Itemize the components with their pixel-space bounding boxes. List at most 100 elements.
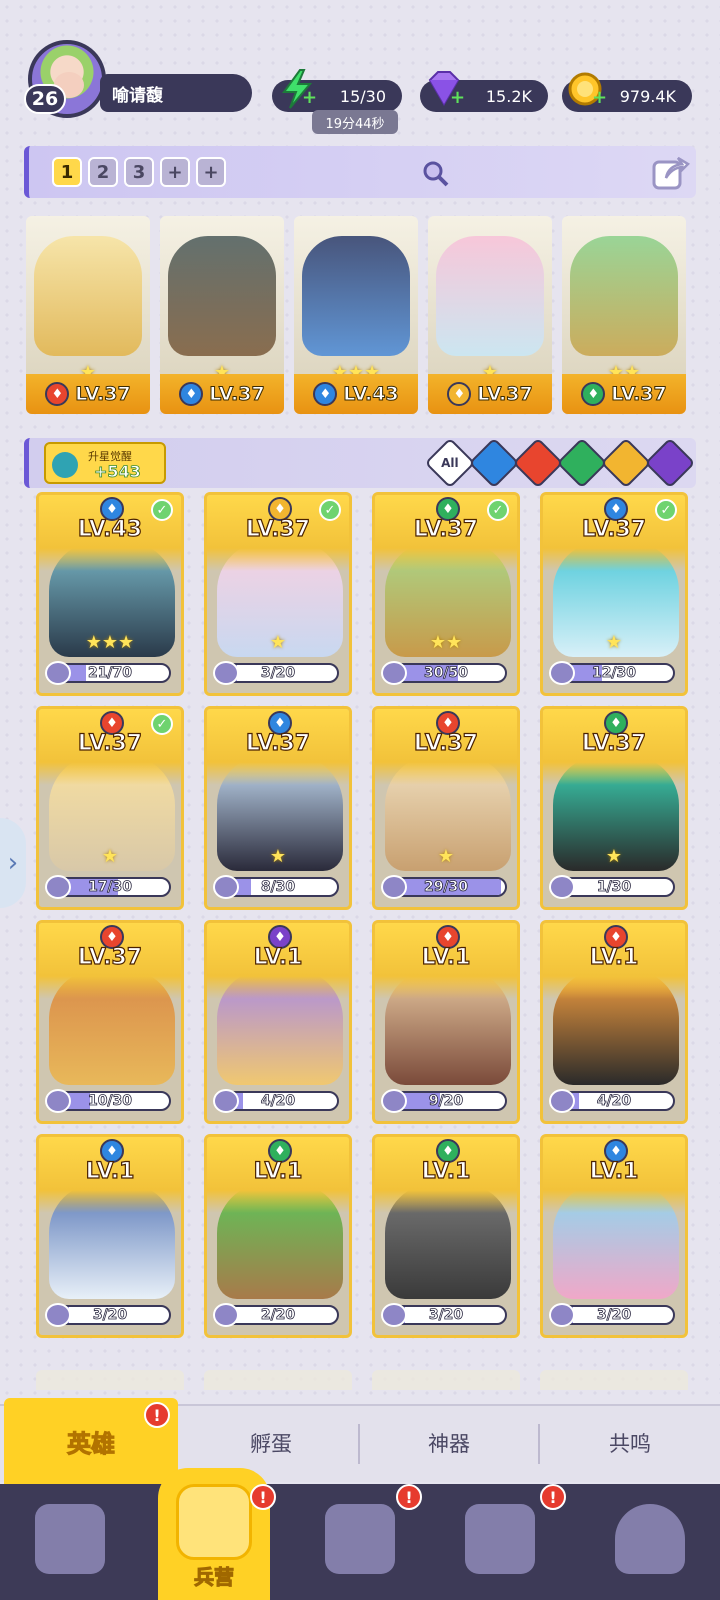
hero-stars: ★ — [605, 632, 623, 653]
share-icon[interactable] — [650, 152, 690, 192]
team-tab-3[interactable]: 3 — [124, 157, 154, 187]
shard-icon — [45, 1303, 71, 1327]
barracks-alert-badge: ! — [250, 1484, 276, 1510]
hero-stars: ★★ — [429, 632, 463, 653]
shard-icon — [381, 1089, 407, 1113]
check-icon: ✓ — [655, 499, 677, 521]
hero-card[interactable]: ♦ LV.37 10/30 — [36, 920, 184, 1124]
hero-stars: ★★★ — [85, 632, 135, 653]
team-hero-level: LV.43 — [343, 383, 399, 406]
hero-level: LV.37 — [581, 730, 647, 756]
hero-portrait — [570, 236, 678, 356]
player-name: 喻请馥 — [100, 74, 252, 112]
hero-level: LV.1 — [253, 1158, 303, 1184]
search-magnifier-icon[interactable] — [420, 158, 450, 188]
team-hero-card[interactable]: ★ ♦ LV.37 — [428, 216, 552, 414]
hero-card[interactable]: ♦ LV.37 ★ 8/30 — [204, 706, 352, 910]
shard-icon — [213, 1303, 239, 1327]
hero-card[interactable]: ♦ LV.37 ✓ ★ 12/30 — [540, 492, 688, 696]
map-alert-badge: ! — [396, 1484, 422, 1510]
check-icon: ✓ — [487, 499, 509, 521]
energy-plus-icon[interactable]: + — [302, 89, 318, 107]
side-expand-chevron-icon[interactable]: › — [0, 818, 26, 908]
team-hero-footer: ♦ LV.43 — [294, 374, 418, 414]
awaken-count: +543 — [94, 462, 142, 482]
team-hero-card[interactable]: ★ ♦ LV.37 — [160, 216, 284, 414]
hero-card[interactable]: ♦ LV.37 ✓ ★ 3/20 — [204, 492, 352, 696]
wind-element-icon: ♦ — [581, 382, 606, 406]
hero-card[interactable]: ♦ LV.1 3/20 — [36, 1134, 184, 1338]
team-hero-footer: ♦ LV.37 — [428, 374, 552, 414]
hero-level: LV.37 — [245, 730, 311, 756]
hero-stars: ★ — [269, 632, 287, 653]
check-icon: ✓ — [319, 499, 341, 521]
hero-level: LV.1 — [85, 1158, 135, 1184]
gems-plus-icon[interactable]: + — [450, 89, 466, 107]
hero-card[interactable]: ♦ LV.43 ✓ ★★★ 21/70 — [36, 492, 184, 696]
light-element-icon: ♦ — [447, 382, 472, 406]
hero-card-partial — [372, 1370, 520, 1390]
hero-card[interactable]: ♦ LV.1 2/20 — [204, 1134, 352, 1338]
shard-icon — [213, 875, 239, 899]
team-hero-card[interactable]: ★★ ♦ LV.37 — [562, 216, 686, 414]
mushroom-icon — [615, 1504, 685, 1574]
heroes-alert-badge: ! — [144, 1402, 170, 1428]
hero-portrait — [168, 236, 276, 356]
shard-icon — [45, 875, 71, 899]
shard-icon — [549, 1089, 575, 1113]
hero-card-partial — [204, 1370, 352, 1390]
team-tab-add-2[interactable]: + — [196, 157, 226, 187]
hero-stars: ★ — [605, 846, 623, 867]
filter-all-label: All — [441, 455, 459, 470]
hero-level: LV.1 — [253, 944, 303, 970]
team-hero-level: LV.37 — [75, 383, 131, 406]
hero-card-partial — [36, 1370, 184, 1390]
cards-icon — [35, 1504, 105, 1574]
shard-icon — [213, 661, 239, 685]
check-icon: ✓ — [151, 713, 173, 735]
hero-card[interactable]: ♦ LV.37 ✓ ★★ 30/50 — [372, 492, 520, 696]
water-element-icon: ♦ — [179, 382, 204, 406]
hero-level: LV.37 — [77, 944, 143, 970]
shard-icon — [549, 661, 575, 685]
team-hero-footer: ♦ LV.37 — [26, 374, 150, 414]
shard-icon — [549, 875, 575, 899]
nav-cards[interactable] — [20, 1494, 120, 1584]
hero-card[interactable]: ♦ LV.1 3/20 — [372, 1134, 520, 1338]
nav-barracks-label: 兵营 — [194, 1565, 235, 1590]
temple-icon — [465, 1504, 535, 1574]
awaken-key-button[interactable]: 升星觉醒 +543 — [44, 442, 166, 484]
team-tab-add-1[interactable]: + — [160, 157, 190, 187]
player-level-badge: 26 — [24, 84, 66, 114]
shard-icon — [381, 875, 407, 899]
team-tab-2[interactable]: 2 — [88, 157, 118, 187]
tab-artifact[interactable]: 神器 — [360, 1404, 538, 1482]
hero-card[interactable]: ♦ LV.1 4/20 — [540, 920, 688, 1124]
water-element-icon: ♦ — [313, 382, 338, 406]
hero-level: LV.1 — [589, 1158, 639, 1184]
hero-card[interactable]: ♦ LV.1 4/20 — [204, 920, 352, 1124]
team-tab-1[interactable]: 1 — [52, 157, 82, 187]
tab-resonance[interactable]: 共鸣 — [540, 1404, 720, 1482]
team-hero-footer: ♦ LV.37 — [562, 374, 686, 414]
hero-level: LV.1 — [589, 944, 639, 970]
nav-map[interactable] — [310, 1494, 410, 1584]
hero-portrait — [436, 236, 544, 356]
fire-element-icon: ♦ — [45, 382, 70, 406]
hero-card[interactable]: ♦ LV.1 3/20 — [540, 1134, 688, 1338]
team-hero-level: LV.37 — [611, 383, 667, 406]
map-book-icon — [325, 1504, 395, 1574]
hero-card[interactable]: ♦ LV.1 9/20 — [372, 920, 520, 1124]
hero-stars: ★ — [437, 846, 455, 867]
hero-card[interactable]: ♦ LV.37 ★ 29/30 — [372, 706, 520, 910]
hero-card[interactable]: ♦ LV.37 ★ 1/30 — [540, 706, 688, 910]
gold-plus-icon[interactable]: + — [592, 89, 608, 107]
team-hero-card[interactable]: ★ ♦ LV.37 — [26, 216, 150, 414]
team-hero-footer: ♦ LV.37 — [160, 374, 284, 414]
team-hero-card[interactable]: ★★★ ♦ LV.43 — [294, 216, 418, 414]
hero-card[interactable]: ♦ LV.37 ✓ ★ 17/30 — [36, 706, 184, 910]
nav-mushroom[interactable] — [600, 1494, 700, 1584]
shard-icon — [381, 1303, 407, 1327]
nav-temple[interactable] — [450, 1494, 550, 1584]
shard-icon — [381, 661, 407, 685]
